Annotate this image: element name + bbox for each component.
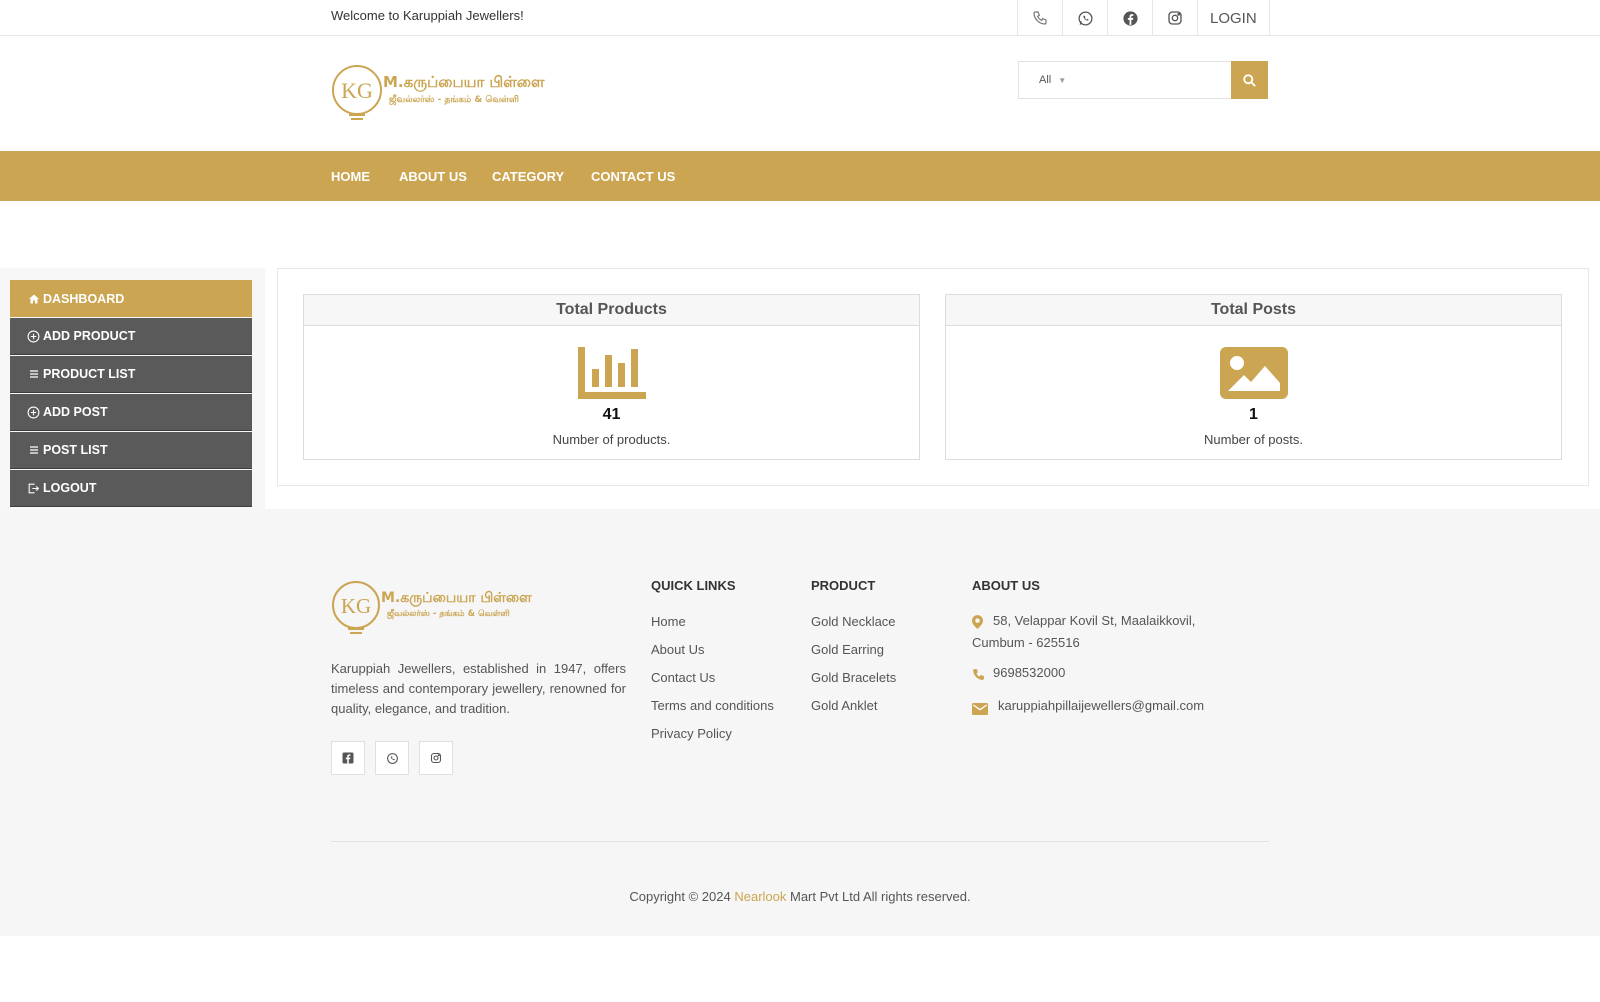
logo-tagline: ஜீவல்லர்ஸ் - தங்கம் & வெள்ளி	[389, 94, 519, 105]
logo-name: M.கருப்பையா பிள்ளை	[383, 73, 545, 92]
total-posts-card: Total Posts 1 Number of posts.	[945, 294, 1562, 460]
dashboard-panel: Total Products 41 Number of products. To…	[277, 268, 1589, 486]
whatsapp-icon	[386, 752, 398, 764]
facebook-icon[interactable]	[1107, 0, 1152, 36]
footer-address: 58, Velappar Kovil St, Maalaikkovil, Cum…	[972, 610, 1232, 654]
footer-link-anklet[interactable]: Gold Anklet	[811, 698, 878, 713]
logo-name: M.கருப்பையா பிள்ளை	[381, 590, 532, 606]
search-bar: All ▼	[1018, 61, 1268, 99]
email-address[interactable]: karuppiahpillaijewellers@gmail.com	[972, 698, 1204, 713]
list-icon	[27, 444, 40, 457]
phone-icon	[972, 666, 985, 688]
footer-link-contact[interactable]: Contact Us	[651, 670, 715, 685]
main-nav: HOME ABOUT US CATEGORY CONTACT US	[0, 151, 1600, 201]
card-title: Total Posts	[946, 295, 1561, 326]
nav-contact[interactable]: CONTACT US	[591, 169, 675, 184]
footer-link-bracelets[interactable]: Gold Bracelets	[811, 670, 896, 685]
posts-count: 1	[1249, 406, 1258, 423]
sidebar-item-logout[interactable]: LOGOUT	[10, 470, 252, 507]
search-icon	[1243, 73, 1256, 87]
sidebar-item-dashboard[interactable]: DASHBOARD	[10, 280, 252, 317]
footer-link-about[interactable]: About Us	[651, 642, 704, 657]
logout-icon	[27, 482, 40, 495]
copyright: Copyright © 2024 Nearlook Mart Pvt Ltd A…	[0, 889, 1600, 904]
total-products-card: Total Products 41 Number of products.	[303, 294, 920, 460]
sidebar-item-label: DASHBOARD	[43, 291, 125, 306]
top-bar: Welcome to Karuppiah Jewellers! LOGIN	[0, 0, 1600, 36]
welcome-text: Welcome to Karuppiah Jewellers!	[331, 8, 524, 23]
nav-home[interactable]: HOME	[331, 169, 370, 184]
page: Welcome to Karuppiah Jewellers! LOGIN KG…	[0, 0, 1600, 1002]
location-pin-icon	[972, 614, 983, 636]
quick-links-heading: QUICK LINKS	[651, 578, 736, 593]
nav-category[interactable]: CATEGORY	[492, 169, 564, 184]
mail-icon	[972, 700, 988, 722]
phone-number[interactable]: 9698532000	[972, 665, 1065, 680]
sidebar-item-add-product[interactable]: ADD PRODUCT	[10, 318, 252, 355]
footer-link-earring[interactable]: Gold Earring	[811, 642, 884, 657]
logo-tagline: ஜீவல்லர்ஸ் - தங்கம் & வெள்ளி	[387, 608, 510, 619]
footer-instagram-button[interactable]	[419, 741, 453, 775]
footer-link-necklace[interactable]: Gold Necklace	[811, 614, 896, 629]
category-select[interactable]: All	[1039, 74, 1051, 86]
footer-link-terms[interactable]: Terms and conditions	[651, 698, 774, 713]
instagram-icon	[430, 752, 442, 764]
login-link[interactable]: LOGIN	[1197, 0, 1270, 36]
top-bar-icons: LOGIN	[1017, 0, 1270, 36]
about-heading: ABOUT US	[972, 578, 1040, 593]
plus-circle-icon	[27, 406, 40, 419]
posts-desc: Number of posts.	[1204, 432, 1303, 447]
instagram-icon[interactable]	[1152, 0, 1197, 36]
card-title: Total Products	[304, 295, 919, 326]
sidebar-item-label: ADD PRODUCT	[43, 329, 136, 343]
bar-chart-icon	[577, 347, 646, 404]
admin-sidebar: DASHBOARD ADD PRODUCT PRODUCT LIST ADD P…	[0, 268, 265, 509]
sidebar-item-add-post[interactable]: ADD POST	[10, 394, 252, 431]
home-icon	[27, 292, 40, 305]
chevron-down-icon: ▼	[1058, 75, 1067, 85]
products-count: 41	[602, 406, 621, 423]
address-line-1: 58, Velappar Kovil St, Maalaikkovil,	[993, 613, 1196, 628]
logo-mark: KG	[341, 594, 371, 618]
sidebar-item-label: POST LIST	[43, 443, 108, 457]
footer-link-home[interactable]: Home	[651, 614, 686, 629]
sidebar-item-label: PRODUCT LIST	[43, 367, 136, 381]
logo-mark: KG	[341, 78, 373, 103]
footer-divider	[331, 841, 1269, 842]
products-desc: Number of products.	[552, 432, 671, 447]
facebook-icon	[342, 752, 354, 764]
address-line-2: Cumbum - 625516	[972, 635, 1080, 650]
logo[interactable]: KG M.கருப்பையா பிள்ளை ஜீவல்லர்ஸ் - தங்கம…	[331, 60, 546, 126]
footer-facebook-button[interactable]	[331, 741, 365, 775]
whatsapp-icon[interactable]	[1062, 0, 1107, 36]
list-icon	[27, 368, 40, 381]
footer-description: Karuppiah Jewellers, established in 1947…	[331, 661, 626, 716]
product-heading: PRODUCT	[811, 578, 876, 593]
copyright-prefix: Copyright © 2024	[629, 889, 731, 904]
footer-link-privacy[interactable]: Privacy Policy	[651, 726, 732, 741]
search-button[interactable]	[1231, 61, 1268, 99]
copyright-suffix: Mart Pvt Ltd All rights reserved.	[790, 889, 971, 904]
footer-whatsapp-button[interactable]	[375, 741, 409, 775]
nav-about[interactable]: ABOUT US	[399, 169, 467, 184]
sidebar-item-label: LOGOUT	[43, 481, 97, 495]
image-icon	[1219, 347, 1288, 404]
phone-icon[interactable]	[1017, 0, 1062, 36]
plus-circle-icon	[27, 330, 40, 343]
sidebar-item-product-list[interactable]: PRODUCT LIST	[10, 356, 252, 393]
copyright-brand-link[interactable]: Nearlook	[734, 889, 786, 904]
footer-logo[interactable]: KG M.கருப்பையா பிள்ளை ஜீவல்லர்ஸ் - தங்கம…	[331, 576, 536, 640]
sidebar-item-post-list[interactable]: POST LIST	[10, 432, 252, 469]
footer-email: karuppiahpillaijewellers@gmail.com	[972, 695, 1204, 717]
footer: KG M.கருப்பையா பிள்ளை ஜீவல்லர்ஸ் - தங்கம…	[0, 509, 1600, 936]
sidebar-item-label: ADD POST	[43, 405, 108, 419]
footer-phone: 9698532000	[972, 662, 1065, 684]
search-input[interactable]: All ▼	[1018, 61, 1231, 99]
